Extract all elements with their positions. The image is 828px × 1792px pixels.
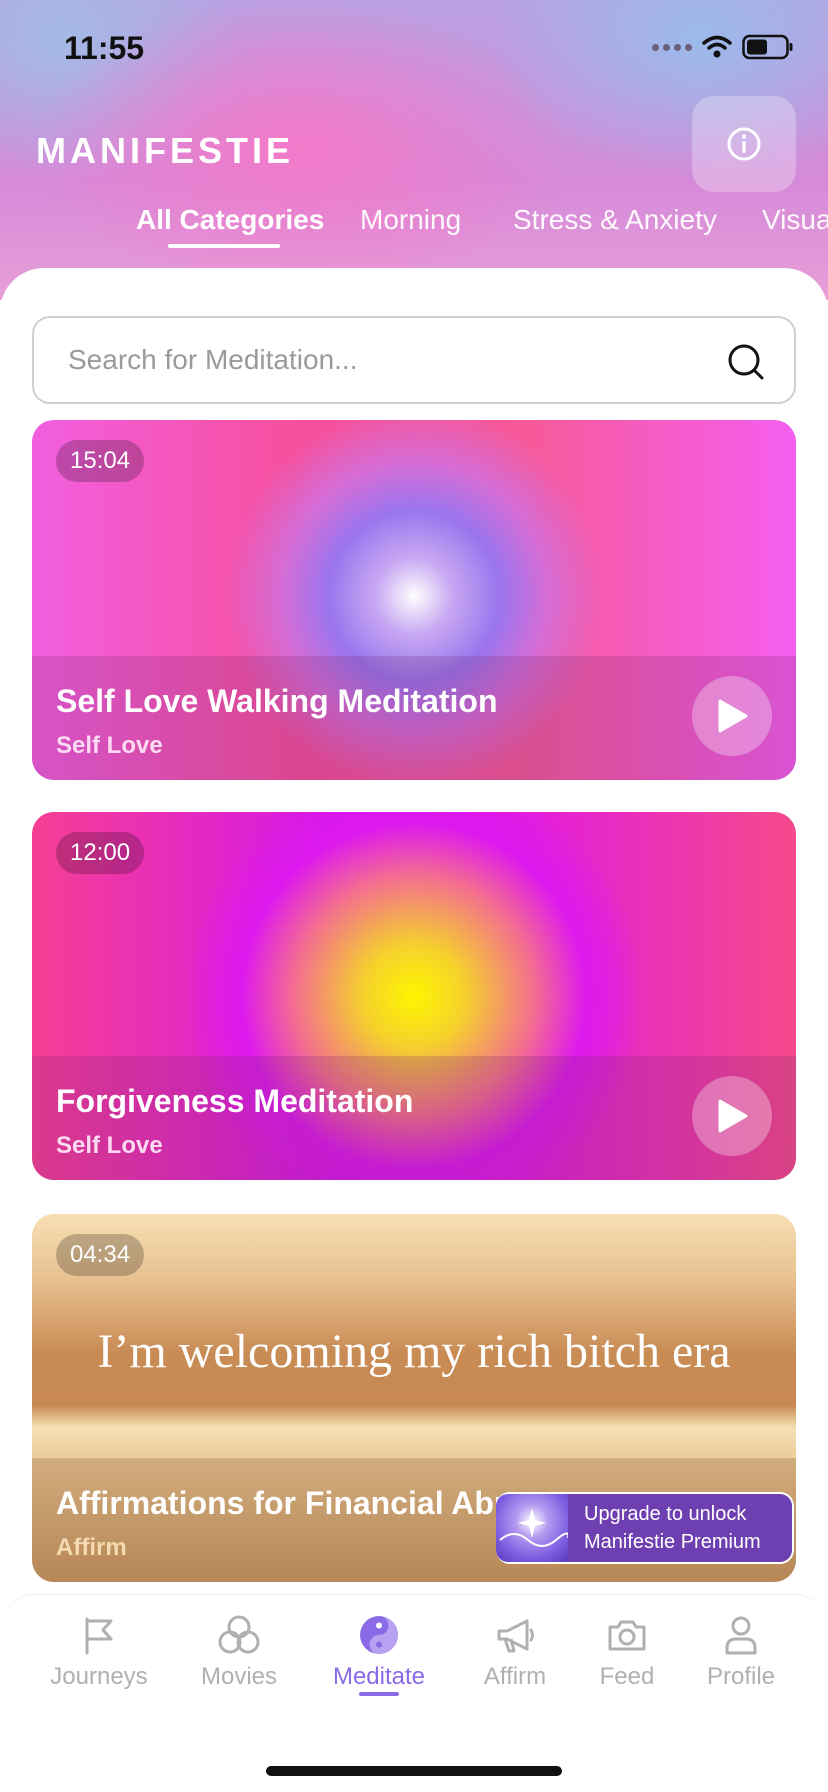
tab-feed[interactable]: Feed [562, 1613, 692, 1723]
search-input[interactable]: Search for Meditation... [32, 316, 796, 404]
tab-label: Profile [706, 1663, 776, 1690]
tab-label: Meditate [332, 1663, 426, 1690]
active-tab-indicator [168, 244, 280, 248]
tab-label: Feed [599, 1663, 655, 1690]
user-icon [725, 1616, 757, 1655]
search-icon[interactable] [726, 342, 766, 382]
play-icon [718, 1099, 748, 1133]
circles-icon [218, 1615, 260, 1654]
status-bar: 11:55 [0, 0, 828, 100]
tab-meditate[interactable]: Meditate [314, 1613, 444, 1723]
card-title: Affirmations for Financial Abu [56, 1485, 514, 1521]
tab-label: Movies [200, 1663, 278, 1690]
tab-morning[interactable]: Morning [360, 204, 461, 236]
tab-stress-anxiety[interactable]: Stress & Anxiety [513, 204, 717, 236]
card-category: Self Love [56, 732, 163, 759]
category-tabs: All Categories Morning Stress & Anxiety … [0, 204, 828, 254]
affirmation-text: I’m welcoming my rich bitch era [97, 1325, 731, 1378]
battery-icon [742, 34, 793, 60]
signal-icon [652, 43, 692, 51]
duration-badge: 12:00 [56, 832, 145, 874]
info-button[interactable] [692, 96, 796, 192]
search-placeholder: Search for Meditation... [68, 344, 358, 375]
tab-visualization[interactable]: Visua [762, 204, 828, 236]
card-category: Self Love [56, 1132, 163, 1159]
card-title: Self Love Walking Meditation [56, 683, 498, 719]
home-indicator [266, 1766, 562, 1776]
play-button[interactable] [692, 676, 772, 756]
upgrade-line-1: Upgrade to unlock [584, 1503, 747, 1525]
upgrade-text: Upgrade to unlock Manifestie Premium [584, 1500, 761, 1556]
tab-affirm[interactable]: Affirm [450, 1613, 580, 1723]
tab-movies[interactable]: Movies [174, 1613, 304, 1723]
sparkle-icon [496, 1494, 568, 1562]
active-tab-indicator [359, 1692, 399, 1696]
card-category: Affirm [56, 1534, 127, 1561]
tab-profile[interactable]: Profile [676, 1613, 806, 1723]
duration-badge: 15:04 [56, 440, 145, 482]
upgrade-line-2: Manifestie Premium [584, 1531, 761, 1553]
tab-label: Journeys [50, 1663, 148, 1690]
info-icon [727, 127, 761, 161]
card-title: Forgiveness Meditation [56, 1083, 414, 1119]
megaphone-icon [497, 1619, 534, 1653]
duration-badge: 04:34 [56, 1234, 145, 1276]
flag-icon [85, 1617, 113, 1655]
camera-icon [608, 1620, 646, 1651]
status-time: 11:55 [64, 30, 145, 66]
play-icon [718, 699, 748, 733]
meditation-card[interactable]: 12:00 Forgiveness Meditation Self Love [32, 812, 796, 1180]
wifi-icon [702, 35, 732, 58]
status-icons [652, 34, 794, 60]
app-logo: MANIFESTIE [36, 130, 295, 171]
meditation-card[interactable]: 15:04 Self Love Walking Meditation Self … [32, 420, 796, 780]
bottom-tab-bar: Journeys Movies Meditate Affirm Feed Pro… [0, 1594, 828, 1792]
tab-label: Affirm [483, 1663, 547, 1690]
tab-journeys[interactable]: Journeys [34, 1613, 164, 1723]
yin-yang-icon [360, 1616, 398, 1654]
play-button[interactable] [692, 1076, 772, 1156]
tab-all-categories[interactable]: All Categories [136, 204, 324, 236]
upgrade-banner[interactable]: Upgrade to unlock Manifestie Premium [496, 1492, 794, 1564]
